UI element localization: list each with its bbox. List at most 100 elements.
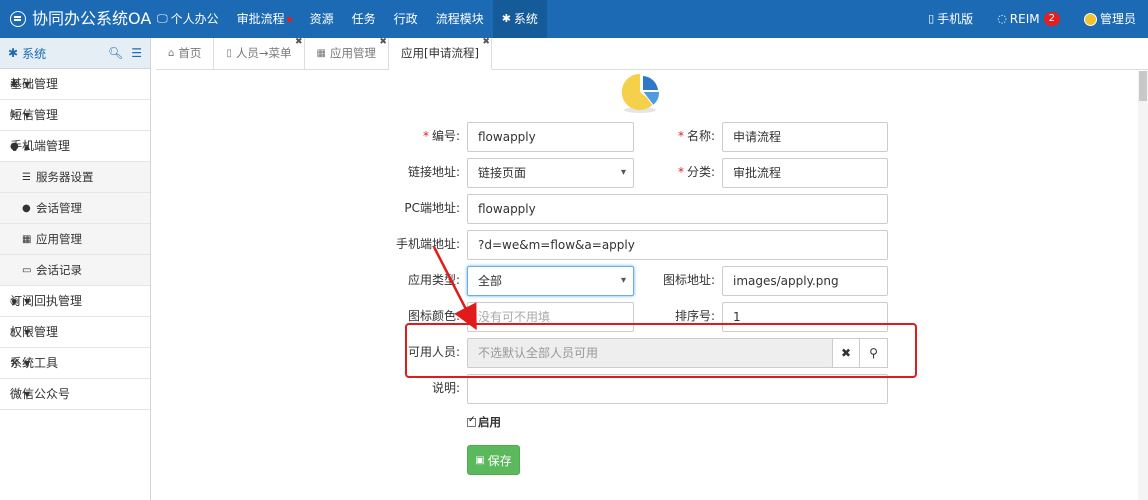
tab-bar: ⌂ 首页 ▯ 人员→菜单 ✖ ▦ 应用管理 ✖ 应用[申请流程] ✖ [156,37,1148,70]
icon-color-input[interactable]: 没有可不用填 [467,302,634,332]
search-icon[interactable]: 🔍︎ [108,46,123,60]
save-label: 保存 [487,453,512,468]
nav-user-menu[interactable]: 管理员 [1072,0,1148,38]
app-type-label: 应用类型: [407,273,460,287]
close-icon[interactable]: ✖ [379,27,387,58]
app-pie-logo-icon [621,73,660,113]
tab-user-menu[interactable]: ▯ 人员→菜单 ✖ [214,37,305,69]
sidebar-header: ✱ 系统 🔍︎ ☰ [0,38,150,69]
sidebar-item-tools[interactable]: ⚒ 系统工具 ▼ [0,348,150,379]
name-label: * 名称: [677,129,715,143]
vertical-scrollbar[interactable] [1138,71,1148,500]
scroll-thumb[interactable] [1139,71,1147,101]
nav-admin[interactable]: 行政 [385,0,427,38]
sidebar-item-label: 订阅回执管理 [10,294,83,308]
nav-system[interactable]: ✱ 系统 [492,0,547,38]
close-icon[interactable]: ✖ [295,27,303,58]
tab-label: 首页 [178,46,202,60]
nav-approval-flow[interactable]: 审批流程 [228,0,301,38]
nav-label: 系统 [513,12,538,26]
grid-icon: ▦ [22,233,32,245]
sidebar-item-label: 会话记录 [36,263,82,277]
search-icon: ⚲ [869,346,878,360]
category-input[interactable]: 审批流程 [722,158,888,188]
nav-reim[interactable]: ◌ REIM 2 [985,0,1072,38]
sidebar-item-label: 系统工具 [10,356,59,370]
avatar [1083,12,1097,26]
tab-app-apply-flow[interactable]: 应用[申请流程] ✖ [388,37,492,70]
link-label: 链接地址: [407,165,460,179]
clear-users-button[interactable]: ✖ [832,338,860,368]
user-name: 管理员 [1099,12,1136,26]
mobile-url-label: 手机端地址: [395,237,460,251]
pc-url-label: PC端地址: [404,201,460,215]
sidebar-subitem-records[interactable]: ▭ 会话记录 [0,255,150,286]
nav-label: 任务 [351,12,376,26]
sidebar-subitem-sessions[interactable]: ● 会话管理 [0,193,150,224]
sidebar-item-basic[interactable]: ✱ 基础管理 ▼ [0,69,150,100]
search-users-button[interactable]: ⚲ [859,338,888,368]
sidebar-item-label: 短信管理 [10,108,59,122]
sidebar-subitem-apps[interactable]: ▦ 应用管理 [0,224,150,255]
sidebar-item-wechat[interactable]: ◌ 微信公众号 ▼ [0,379,150,410]
nav-label: 手机版 [937,12,974,26]
nav-right: ▯ 手机版 ◌ REIM 2 管理员 [916,0,1148,38]
nav-tasks[interactable]: 任务 [343,0,385,38]
comments-icon: ● [22,202,31,214]
enable-checkbox-row[interactable]: 启用 [467,414,501,430]
sort-input[interactable]: 1 [722,302,888,332]
app-logo[interactable]: 协同办公系统OA [10,0,151,38]
nav-label: 审批流程 [236,12,285,26]
gear-icon: ✱ [501,12,511,25]
sidebar-item-permission[interactable]: ▯ 权限管理 ▼ [0,317,150,348]
app-type-select[interactable]: 全部 [467,266,634,296]
enable-checkbox[interactable] [467,415,476,427]
tab-app-management[interactable]: ▦ 应用管理 ✖ [304,37,389,69]
close-icon: ✖ [840,346,852,360]
link-select[interactable]: 链接页面 [467,158,634,188]
category-label: * 分类: [677,165,715,179]
bookmark-icon: ▯ [226,48,232,59]
main-content: *编号: flowapply *名称: 申请流程 链接地址: 链接页面 *分类:… [156,71,1148,500]
reim-badge: 2 [1043,12,1060,26]
sidebar-item-subscribe[interactable]: ◉ 订阅回执管理 ▼ [0,286,150,317]
top-navbar: 协同办公系统OA 🖵 个人办公 审批流程 资源 任务 行政 流程模块 ✱ 系统 … [0,0,1148,38]
close-icon[interactable]: ✖ [482,27,490,58]
sidebar-subitem-server[interactable]: ☰ 服务器设置 [0,162,150,193]
sidebar-item-sms[interactable]: ✉ 短信管理 ▼ [0,100,150,131]
nav-label: 个人办公 [170,12,219,26]
list-menu-icon[interactable]: ☰ [131,46,142,60]
icon-color-label: 图标颜色: [407,309,460,323]
mobile-icon: ▯ [928,12,935,25]
nav-label: REIM [1009,12,1040,26]
sidebar-title: 系统 [22,46,47,61]
server-icon: ☰ [22,171,31,183]
nav-label: 资源 [309,12,334,26]
enable-label: 启用 [478,415,501,429]
tab-label: 人员→菜单 [235,46,292,60]
nav-label: 行政 [393,12,418,26]
name-input[interactable]: 申请流程 [722,122,888,152]
pc-url-input[interactable]: flowapply [467,194,888,224]
file-icon: ▭ [22,264,32,276]
save-button[interactable]: ▣ 保存 [467,445,520,475]
users-input[interactable]: 不选默认全部人员可用 [467,338,833,368]
code-input[interactable]: flowapply [467,122,634,152]
nav-resources[interactable]: 资源 [301,0,343,38]
users-label: 可用人员: [407,345,460,359]
monitor-icon: 🖵 [157,12,168,25]
home-icon: ⌂ [168,48,175,59]
mobile-url-input[interactable]: ?d=we&m=flow&a=apply [467,230,888,260]
sidebar-item-label: 权限管理 [10,325,59,339]
sidebar-item-mobile[interactable]: ● 手机端管理 ▲ [0,131,150,162]
chat-icon: ◌ [997,12,1007,25]
nav-personal-office[interactable]: 🖵 个人办公 [148,0,228,38]
tab-home[interactable]: ⌂ 首页 [156,38,215,69]
icon-url-input[interactable]: images/apply.png [722,266,888,296]
sidebar-item-label: 手机端管理 [10,139,71,153]
desc-input[interactable] [467,374,888,404]
floppy-disk-icon: ▣ [475,454,485,466]
nav-mobile-version[interactable]: ▯ 手机版 [916,0,985,38]
grid-icon: ▦ [316,48,326,59]
sidebar-item-label: 服务器设置 [36,170,94,184]
